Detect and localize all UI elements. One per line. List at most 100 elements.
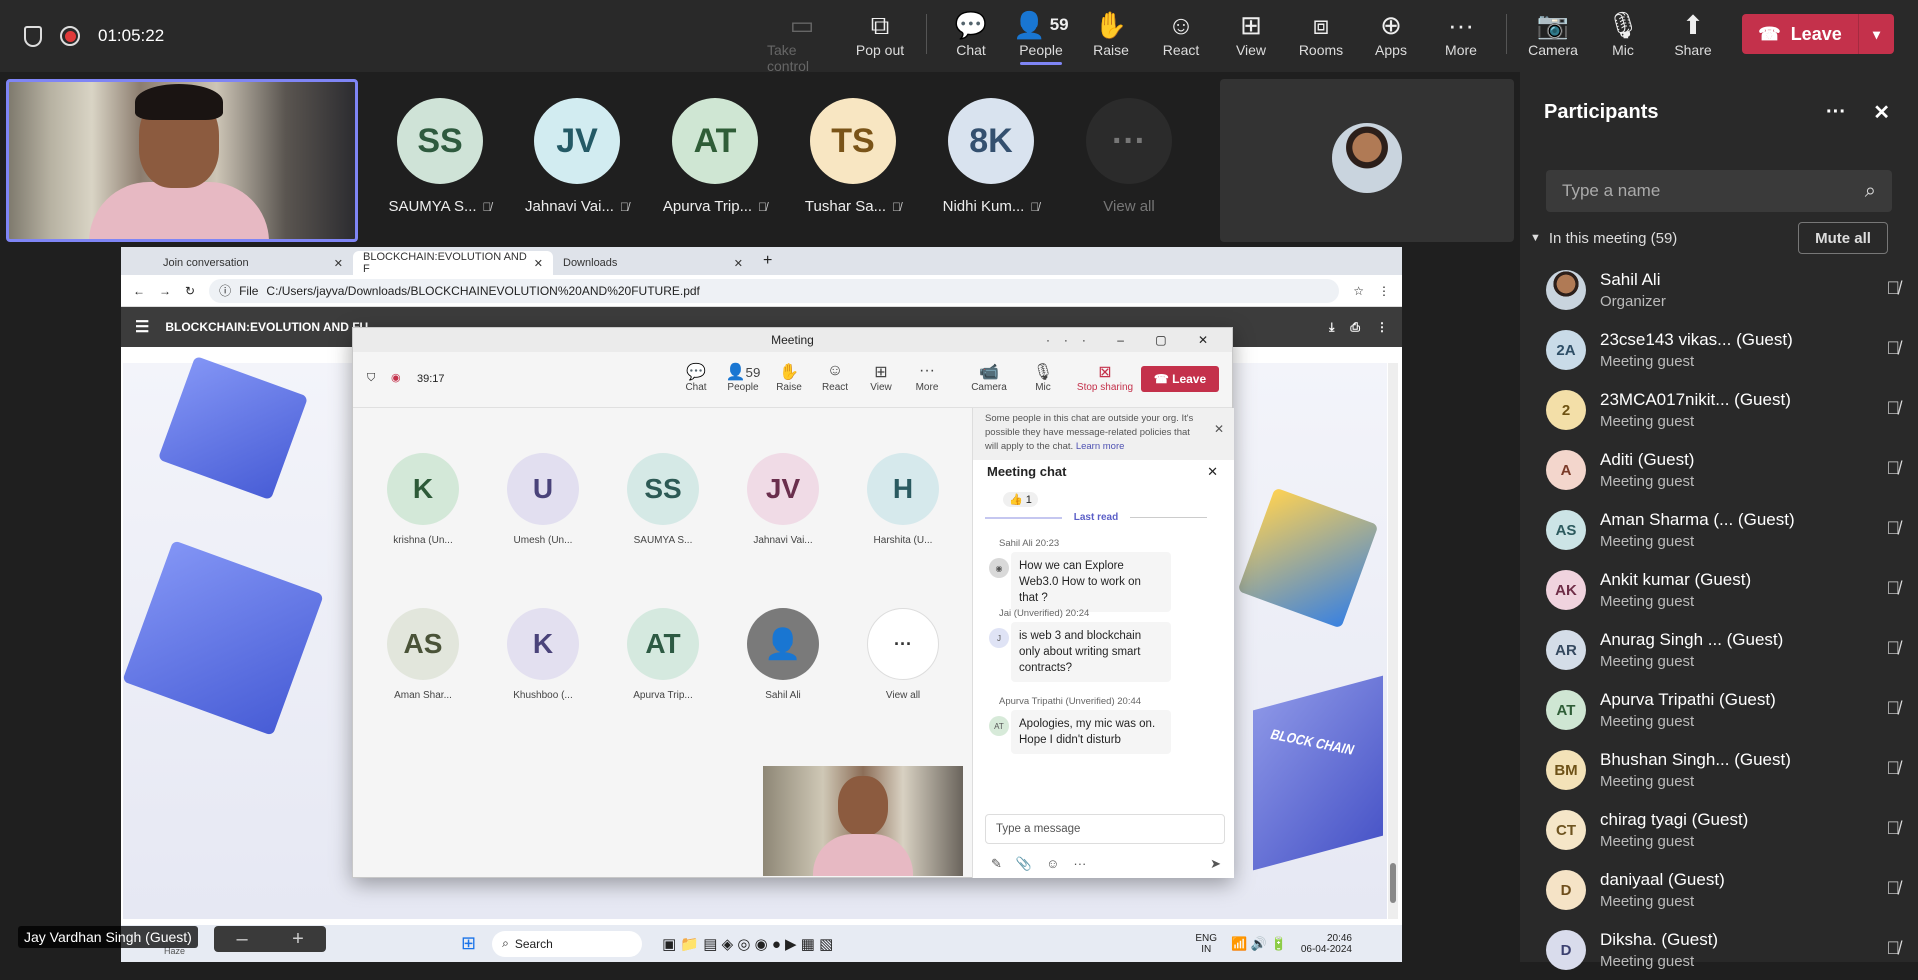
window-controls[interactable]: ··· – ▢ ✕ xyxy=(1046,333,1222,347)
download-icon[interactable]: ⤓ xyxy=(1329,320,1334,335)
close-icon[interactable]: ✕ xyxy=(534,257,543,270)
browser-tab-downloads[interactable]: Downloads ✕ xyxy=(553,251,753,275)
close-icon[interactable]: ✕ xyxy=(1207,464,1218,480)
scrollbar[interactable] xyxy=(1388,363,1398,919)
mic-off-icon[interactable]: 🎙̸ xyxy=(1887,278,1901,299)
system-tray-icons[interactable]: 📶 🔊 🔋 xyxy=(1231,936,1287,952)
participant-tile[interactable]: AT Apurva Trip... xyxy=(613,608,713,701)
camera-button[interactable]: 📹 Camera xyxy=(969,362,1009,393)
participant-tile[interactable]: 👤 Sahil Ali xyxy=(733,608,833,701)
leave-button[interactable]: ☎ Leave ▾ xyxy=(1742,14,1894,54)
learn-more-link[interactable]: Learn more xyxy=(1076,441,1125,452)
raise-hand-button[interactable]: ✋ Raise xyxy=(769,362,809,393)
more-button[interactable]: ··· More xyxy=(1426,8,1496,58)
chat-button[interactable]: 💬 Chat xyxy=(676,362,716,393)
close-icon[interactable]: ✕ xyxy=(734,257,743,270)
back-icon[interactable]: ← xyxy=(133,284,145,298)
participant-tile[interactable]: TS Tushar Sa... 🎙̸ xyxy=(798,98,908,215)
forward-icon[interactable]: → xyxy=(159,284,171,298)
view-button[interactable]: ⊞ View xyxy=(1216,8,1286,58)
mic-off-icon[interactable]: 🎙̸ xyxy=(1887,578,1901,599)
participant-row[interactable]: Sahil Ali Organizer 🎙̸ xyxy=(1546,260,1906,320)
participant-row[interactable]: 2 23MCA017nikit... (Guest) Meeting guest 🎙̸ xyxy=(1546,380,1906,440)
participant-tile[interactable]: SS SAUMYA S... 🎙̸ xyxy=(385,98,495,215)
participant-row[interactable]: BM Bhushan Singh... (Guest) Meeting guest 🎙… xyxy=(1546,740,1906,800)
view-all-tile[interactable]: ··· View all xyxy=(853,608,953,701)
mic-off-icon[interactable]: 🎙̸ xyxy=(1887,638,1901,659)
windows-start-icon[interactable]: ⊞ xyxy=(461,933,476,954)
menu-icon[interactable]: ⋮ xyxy=(1376,320,1388,334)
new-tab-icon[interactable]: + xyxy=(763,252,772,270)
ellipsis-icon[interactable]: ··· xyxy=(1826,101,1846,124)
mic-off-icon[interactable]: 🎙̸ xyxy=(1887,938,1901,959)
participant-tile[interactable]: 8K Nidhi Kum... 🎙̸ xyxy=(936,98,1046,215)
mic-button[interactable]: 🎙 Mic xyxy=(1588,8,1658,58)
participant-row[interactable]: AR Anurag Singh ... (Guest) Meeting guest 🎙… xyxy=(1546,620,1906,680)
zoom-in-button[interactable]: + xyxy=(270,926,326,952)
emoji-icon[interactable]: ☺ xyxy=(1046,856,1059,872)
participant-row[interactable]: AS Aman Sharma (... (Guest) Meeting guest 🎙… xyxy=(1546,500,1906,560)
reaction-badge[interactable]: 👍 1 xyxy=(1003,492,1038,507)
participant-tile[interactable]: AT Apurva Trip... 🎙̸ xyxy=(660,98,770,215)
mic-off-icon[interactable]: 🎙̸ xyxy=(1887,878,1901,899)
view-button[interactable]: ⊞ View xyxy=(861,362,901,393)
mic-off-icon[interactable]: 🎙̸ xyxy=(1887,338,1901,359)
taskbar-apps[interactable]: ▣ 📁 ▤ ◈ ◎ ◉ ● ▶ ▦ ▧ xyxy=(662,935,833,953)
participant-row[interactable]: A Aditi (Guest) Meeting guest 🎙̸ xyxy=(1546,440,1906,500)
mic-off-icon[interactable]: 🎙̸ xyxy=(1887,398,1901,419)
chat-button[interactable]: 💬 Chat xyxy=(936,8,1006,58)
menu-icon[interactable]: ⋮ xyxy=(1378,284,1390,298)
participant-tile[interactable]: H Harshita (U... xyxy=(853,453,953,546)
participant-row[interactable]: CT chirag tyagi (Guest) Meeting guest 🎙̸ xyxy=(1546,800,1906,860)
participant-row[interactable]: AT Apurva Tripathi (Guest) Meeting guest 🎙̸ xyxy=(1546,680,1906,740)
pop-out-button[interactable]: ⧉ Pop out xyxy=(845,8,915,58)
rooms-button[interactable]: ⧈ Rooms xyxy=(1286,8,1356,58)
mic-off-icon[interactable]: 🎙̸ xyxy=(1887,458,1901,479)
camera-button[interactable]: 📷 Camera xyxy=(1518,8,1588,58)
chevron-down-icon[interactable]: ▾ xyxy=(1858,14,1894,54)
participant-tile[interactable]: K Khushboo (... xyxy=(493,608,593,701)
mute-all-button[interactable]: Mute all xyxy=(1798,222,1888,254)
participant-row[interactable]: 2A 23cse143 vikas... (Guest) Meeting guest… xyxy=(1546,320,1906,380)
participant-row[interactable]: D Diksha. (Guest) Meeting guest 🎙̸ xyxy=(1546,920,1906,980)
organizer-video-tile[interactable] xyxy=(1220,79,1514,242)
clock[interactable]: 20:46 06-04-2024 xyxy=(1301,933,1352,955)
participant-row[interactable]: AK Ankit kumar (Guest) Meeting guest 🎙̸ xyxy=(1546,560,1906,620)
chat-compose-input[interactable]: Type a message xyxy=(985,814,1225,844)
format-icon[interactable]: ✎ xyxy=(991,856,1002,872)
in-meeting-section[interactable]: ▼ In this meeting (59) Mute all xyxy=(1530,218,1908,258)
participant-tile[interactable]: AS Aman Shar... xyxy=(373,608,473,701)
language-indicator[interactable]: ENG IN xyxy=(1195,933,1217,955)
print-icon[interactable]: ⎙ xyxy=(1350,320,1360,335)
participant-row[interactable]: Ddaniyaal (Guest) Meeting guest 🎙̸ xyxy=(1546,860,1906,920)
mic-off-icon[interactable]: 🎙̸ xyxy=(1887,758,1901,779)
close-icon[interactable]: ✕ xyxy=(334,257,343,270)
participant-tile[interactable]: JV Jahnavi Vai... xyxy=(733,453,833,546)
close-icon[interactable]: ✕ xyxy=(1873,100,1890,125)
mic-off-icon[interactable]: 🎙̸ xyxy=(1887,518,1901,539)
send-icon[interactable]: ➤ xyxy=(1210,856,1221,872)
raise-hand-button[interactable]: ✋ Raise xyxy=(1076,8,1146,58)
stop-sharing-button[interactable]: ⊠ Stop sharing xyxy=(1075,362,1135,393)
star-icon[interactable]: ☆ xyxy=(1353,284,1364,298)
attach-icon[interactable]: 📎 xyxy=(1016,856,1032,872)
react-button[interactable]: ☺ React xyxy=(1146,8,1216,58)
participant-tile[interactable]: JV Jahnavi Vai... 🎙̸ xyxy=(522,98,632,215)
zoom-out-button[interactable]: – xyxy=(214,926,270,952)
url-field[interactable]: ⓘ File C:/Users/jayva/Downloads/BLOCKCHAIN… xyxy=(209,278,1340,303)
browser-tab-join-conversation[interactable]: Join conversation ✕ xyxy=(153,251,353,275)
self-preview-video[interactable] xyxy=(763,766,963,876)
mic-off-icon[interactable]: 🎙̸ xyxy=(1887,818,1901,839)
taskbar-search[interactable]: ⌕ Search xyxy=(492,930,643,957)
participant-tile[interactable]: U Umesh (Un... xyxy=(493,453,593,546)
people-button[interactable]: 👤59People xyxy=(1006,8,1076,65)
self-video-tile[interactable] xyxy=(6,79,358,242)
more-button[interactable]: ··· More xyxy=(907,362,947,393)
people-button[interactable]: 👤59People xyxy=(723,362,763,393)
hamburger-icon[interactable]: ☰ xyxy=(135,317,149,337)
leave-button[interactable]: ☎ Leave xyxy=(1141,366,1219,392)
share-button[interactable]: ⬆ Share xyxy=(1658,8,1728,58)
mic-button[interactable]: 🎙 Mic xyxy=(1023,362,1063,393)
view-all-tile[interactable]: ··· View all xyxy=(1074,98,1184,215)
participant-tile[interactable]: Kkrishna (Un... xyxy=(373,453,473,546)
